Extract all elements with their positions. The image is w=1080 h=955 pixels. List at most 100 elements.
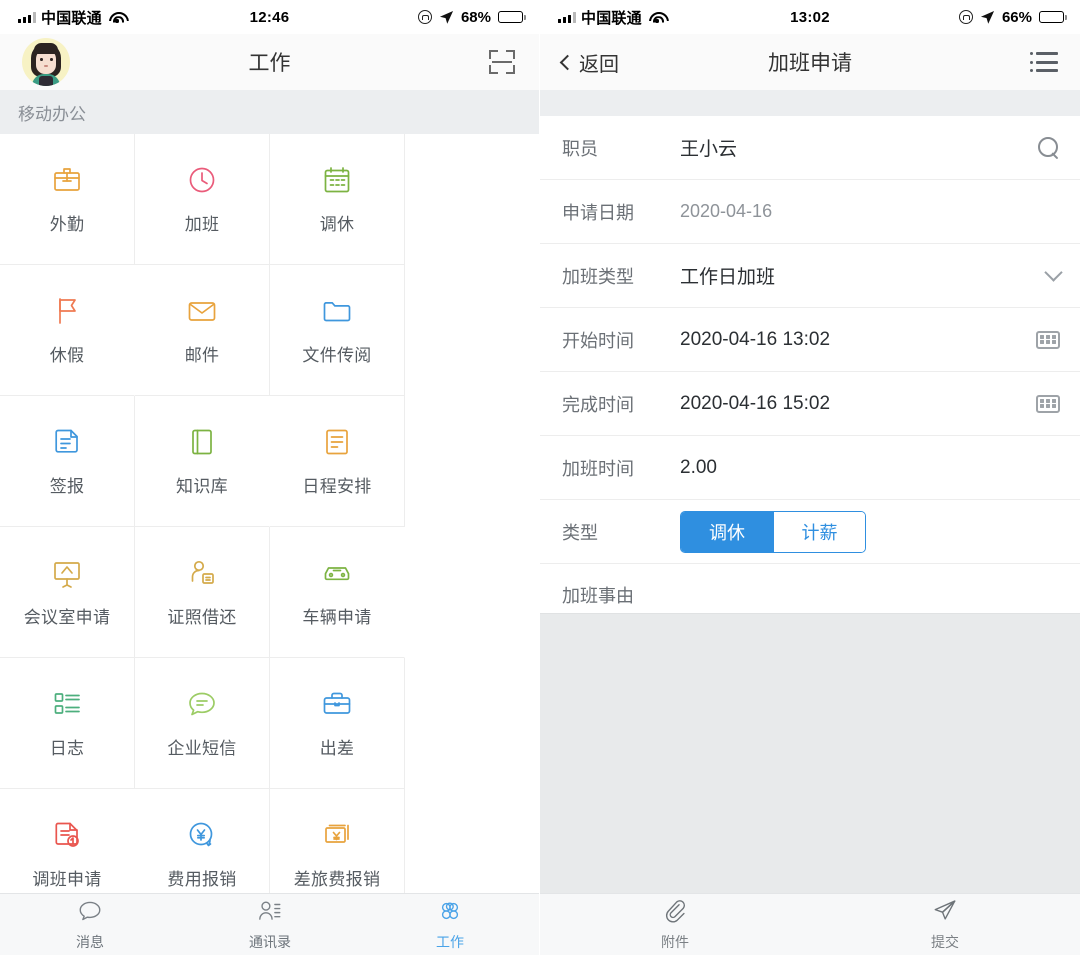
paperclip-action-button[interactable]: 附件 xyxy=(540,897,810,952)
app-tile-journal-list[interactable]: 日志 xyxy=(0,658,135,789)
left-phone-screen: 中国联通 12:46 68% 工作 移动办公 外勤 加班 调休 休假 邮件 文件… xyxy=(0,0,540,955)
app-tile-folder[interactable]: 文件传阅 xyxy=(270,265,405,396)
form-row-category: 类型 调休 计薪 xyxy=(540,500,1080,564)
employee-label: 职员 xyxy=(562,138,598,159)
search-icon[interactable] xyxy=(1038,136,1060,159)
calendar-icon xyxy=(320,163,354,197)
app-tile-schedule-note[interactable]: 日程安排 xyxy=(270,396,405,527)
paper-plane-icon xyxy=(932,897,958,928)
app-tile-flag[interactable]: 休假 xyxy=(0,265,135,396)
signal-bars-icon xyxy=(18,11,36,23)
app-tile-label: 加班 xyxy=(184,215,220,234)
schedule-note-icon xyxy=(320,425,354,459)
journal-list-icon xyxy=(50,687,84,721)
section-header-label: 移动办公 xyxy=(18,104,86,124)
shift-change-icon xyxy=(50,818,84,852)
app-tile-label: 休假 xyxy=(49,346,85,365)
message-bubble-icon xyxy=(77,898,103,929)
scan-qr-icon[interactable] xyxy=(487,49,517,75)
app-tile-label: 出差 xyxy=(319,739,355,758)
dual-screenshot-container: 中国联通 12:46 68% 工作 移动办公 外勤 加班 调休 休假 邮件 文件… xyxy=(0,0,1080,955)
action-label: 附件 xyxy=(661,934,689,950)
app-tile-label: 会议室申请 xyxy=(23,608,111,627)
app-tile-calendar[interactable]: 调休 xyxy=(270,134,405,265)
form-row-duration[interactable]: 加班时间 2.00 xyxy=(540,436,1080,500)
right-nav-bar: 返回 加班申请 xyxy=(540,34,1080,90)
chevron-down-icon[interactable] xyxy=(1044,263,1063,282)
contacts-icon xyxy=(257,898,283,929)
left-nav-bar: 工作 xyxy=(0,34,539,90)
app-tile-field-work[interactable]: 外勤 xyxy=(0,134,135,265)
user-avatar[interactable] xyxy=(22,38,70,86)
bottom-tab-bar: 消息 通讯录 工作 xyxy=(0,893,539,955)
folder-icon xyxy=(320,294,354,328)
app-tile-label: 日程安排 xyxy=(302,477,372,496)
battery-icon xyxy=(498,11,526,23)
segment-option[interactable]: 计薪 xyxy=(773,511,865,552)
app-tile-book-stack[interactable]: 知识库 xyxy=(135,396,270,527)
end-time-value: 2020-04-16 15:02 xyxy=(680,392,831,414)
app-tile-label: 调班申请 xyxy=(32,870,102,889)
right-phone-screen: 中国联通 13:02 66% 返回 加班申请 职员 王小云 申请日期 2020-… xyxy=(540,0,1080,955)
location-arrow-icon xyxy=(980,10,995,24)
app-tile-car[interactable]: 车辆申请 xyxy=(270,527,405,658)
app-tile-label: 外勤 xyxy=(49,215,85,234)
status-left-group: 中国联通 xyxy=(558,7,665,28)
page-title: 加班申请 xyxy=(768,52,852,75)
apply-date-value: 2020-04-16 xyxy=(680,201,773,221)
overtime-type-label: 加班类型 xyxy=(562,266,634,287)
back-button[interactable]: 返回 xyxy=(559,48,619,77)
app-tile-document[interactable]: 签报 xyxy=(0,396,135,527)
chevron-left-icon xyxy=(559,54,576,70)
app-tile-envelope[interactable]: 邮件 xyxy=(135,265,270,396)
app-tile-certificate-lend[interactable]: 证照借还 xyxy=(135,527,270,658)
app-tile-label: 调休 xyxy=(319,215,355,234)
category-label: 类型 xyxy=(562,522,598,543)
app-tile-label: 知识库 xyxy=(176,477,228,496)
meeting-room-icon xyxy=(50,556,84,590)
app-tile-chat-bubble[interactable]: 企业短信 xyxy=(135,658,270,789)
app-tile-clock-overtime[interactable]: 加班 xyxy=(135,134,270,265)
battery-percent: 68% xyxy=(460,8,491,26)
back-label: 返回 xyxy=(579,53,619,76)
app-grid: 外勤 加班 调休休假 邮件 文件传阅签报 知识库 日程安排会议室申请 证照借还 车辆申请日志 企业… xyxy=(0,134,539,955)
employee-value: 王小云 xyxy=(680,139,738,160)
list-menu-icon[interactable] xyxy=(1030,52,1058,72)
apply-date-label: 申请日期 xyxy=(562,202,634,223)
form-row-start-time[interactable]: 开始时间 2020-04-16 13:02 xyxy=(540,308,1080,372)
app-tile-label: 日志 xyxy=(49,739,85,758)
form-row-apply-date[interactable]: 申请日期 2020-04-16 xyxy=(540,180,1080,244)
travel-expense-icon xyxy=(320,818,354,852)
tab-work-grid[interactable]: 工作 xyxy=(360,898,539,952)
keypad-icon[interactable] xyxy=(1036,330,1060,349)
chat-bubble-icon xyxy=(185,687,219,721)
form-row-employee[interactable]: 职员 王小云 xyxy=(540,116,1080,180)
tab-contacts[interactable]: 通讯录 xyxy=(180,898,360,952)
battery-icon xyxy=(1039,11,1067,23)
clock-overtime-icon xyxy=(185,163,219,197)
form-row-end-time[interactable]: 完成时间 2020-04-16 15:02 xyxy=(540,372,1080,436)
status-right-group: 66% xyxy=(958,8,1067,26)
carrier-label: 中国联通 xyxy=(581,9,642,27)
form-row-overtime-type[interactable]: 加班类型 工作日加班 xyxy=(540,244,1080,308)
app-tile-label: 车辆申请 xyxy=(302,608,372,627)
segment-option-selected[interactable]: 调休 xyxy=(681,511,773,552)
expense-yen-icon xyxy=(185,818,219,852)
work-grid-icon xyxy=(437,898,463,929)
envelope-icon xyxy=(185,294,219,328)
reason-textarea[interactable] xyxy=(540,613,1080,893)
keypad-icon[interactable] xyxy=(1036,394,1060,413)
app-tile-briefcase[interactable]: 出差 xyxy=(270,658,405,789)
car-icon xyxy=(320,556,354,590)
page-title: 工作 xyxy=(248,52,291,75)
paper-plane-action-button[interactable]: 提交 xyxy=(810,897,1080,952)
briefcase-icon xyxy=(320,687,354,721)
tab-label: 通讯录 xyxy=(249,933,291,950)
tab-message-bubble[interactable]: 消息 xyxy=(0,898,180,952)
book-stack-icon xyxy=(185,425,219,459)
signal-bars-icon xyxy=(558,11,576,23)
battery-percent: 66% xyxy=(1001,8,1032,26)
wifi-icon xyxy=(649,11,665,23)
app-tile-meeting-room[interactable]: 会议室申请 xyxy=(0,527,135,658)
location-arrow-icon xyxy=(439,10,454,24)
